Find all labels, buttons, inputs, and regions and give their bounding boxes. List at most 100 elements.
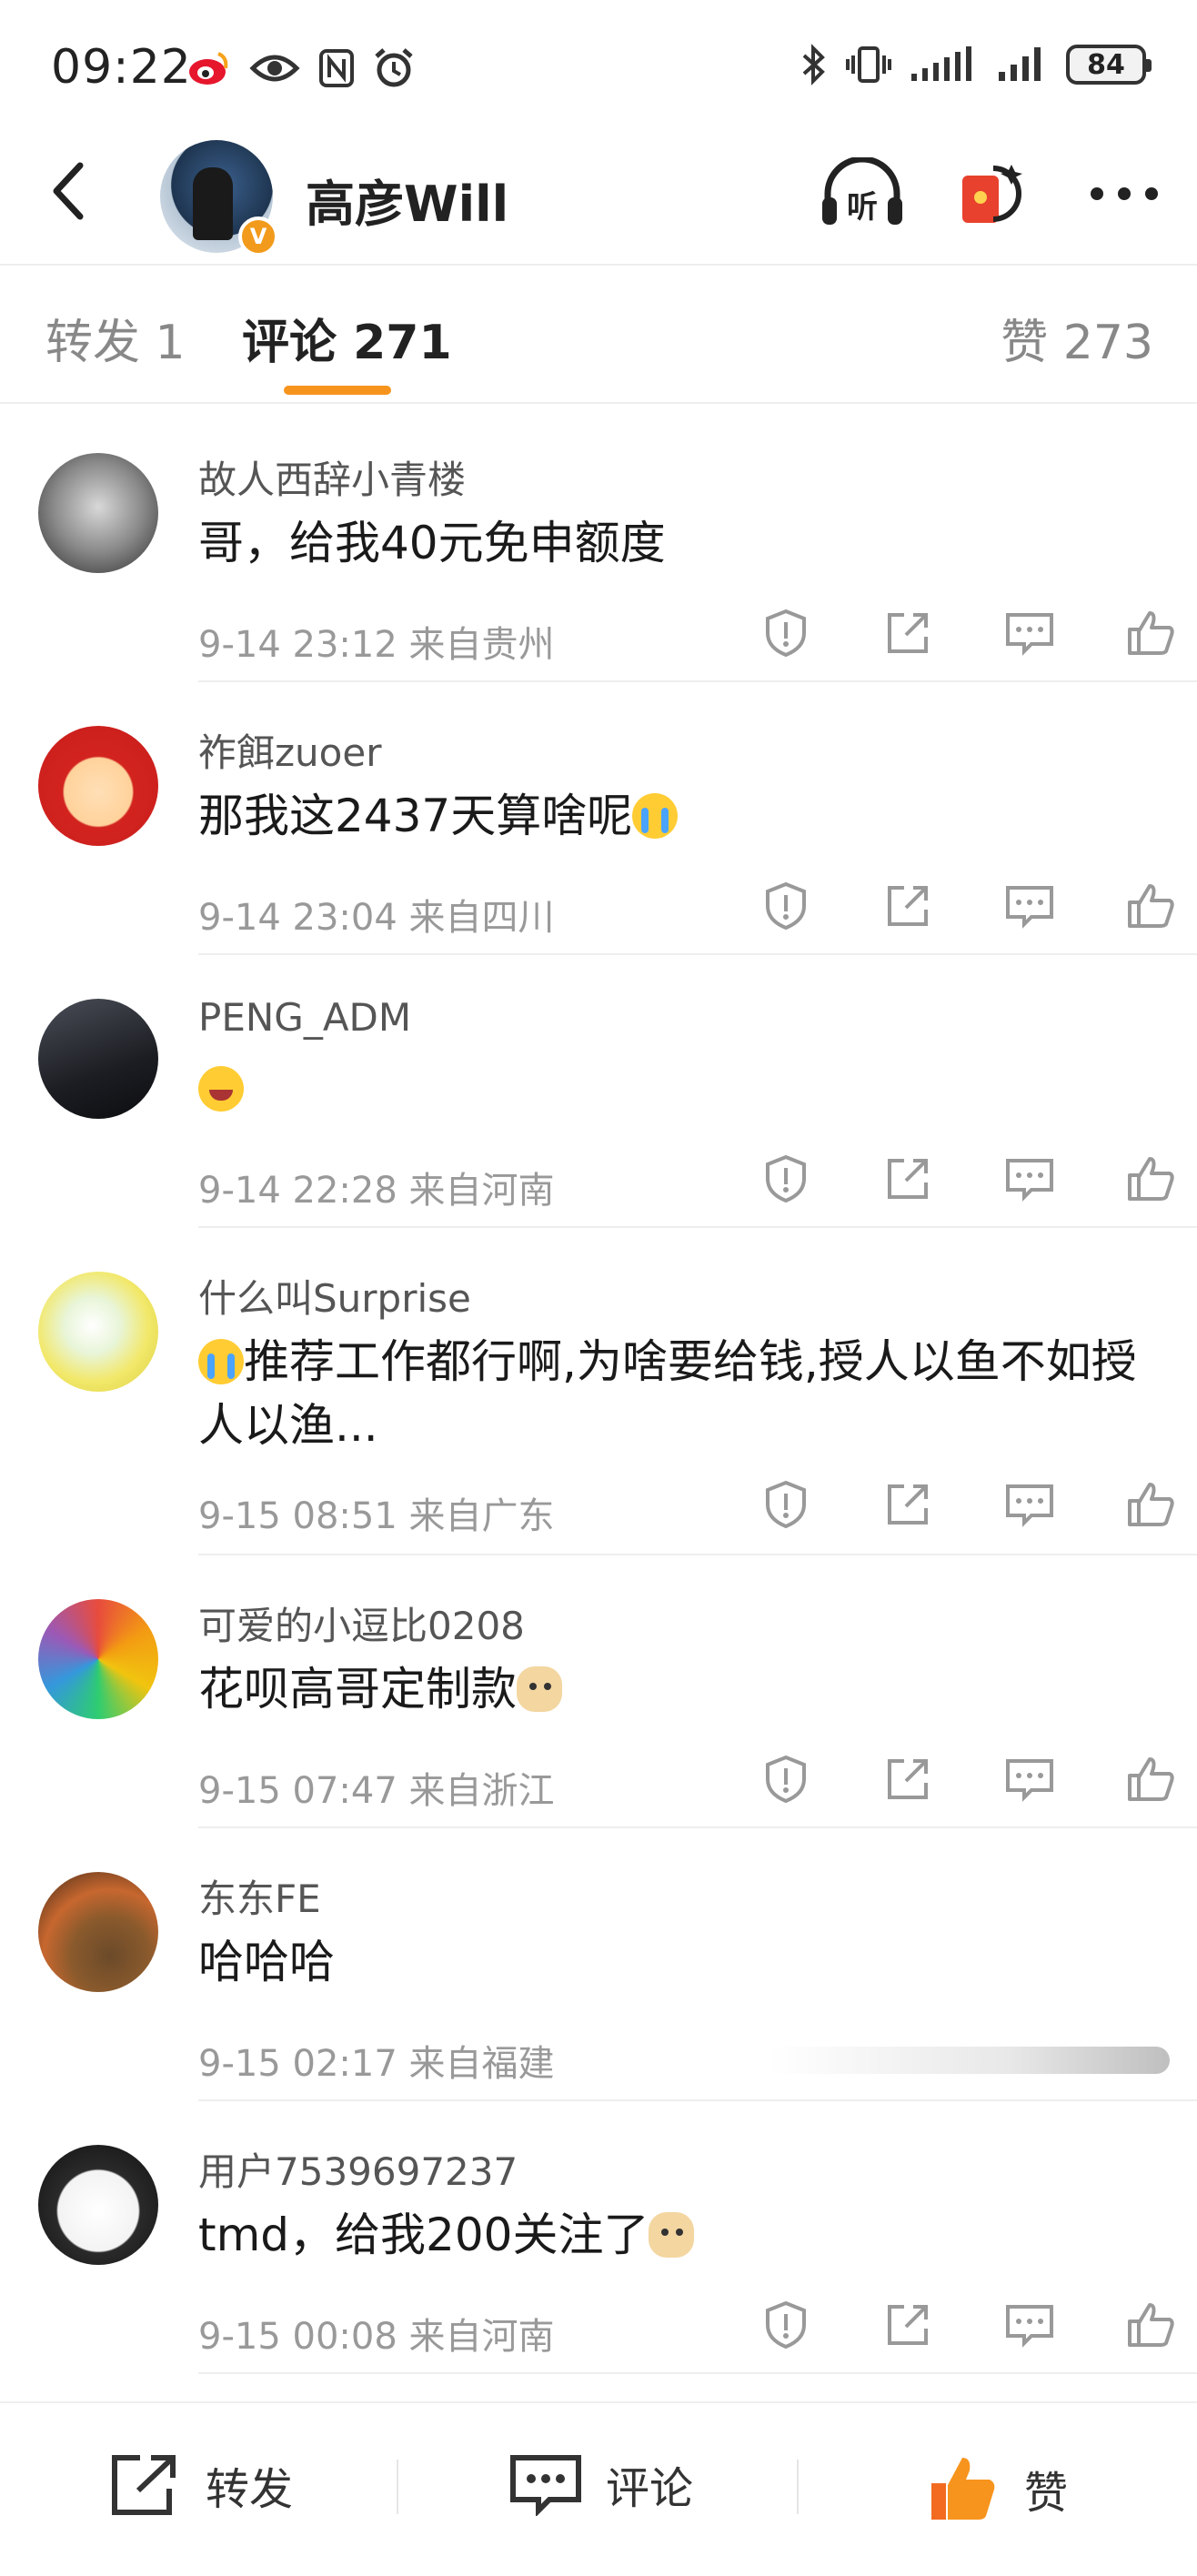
- tab-repost[interactable]: 转发 1: [45, 304, 186, 372]
- comment-meta: 9-14 23:04 来自四川: [198, 897, 555, 939]
- repost-button[interactable]: 转发: [109, 2452, 293, 2518]
- thumbs-up-icon: [1128, 884, 1174, 928]
- share-icon: [112, 2455, 176, 2515]
- author-avatar[interactable]: V: [160, 140, 278, 257]
- repost-label: 转发: [206, 2464, 294, 2515]
- doge-emoji-icon: [517, 1666, 562, 1712]
- comment-meta: 9-15 00:08 来自河南: [198, 2316, 555, 2358]
- comment-username[interactable]: 什么叫Surprise: [198, 1268, 471, 1323]
- red-packet-button[interactable]: [948, 153, 1039, 235]
- status-icons-left: [187, 47, 415, 89]
- thumbs-up-icon: [931, 2458, 995, 2520]
- reply-button[interactable]: [1002, 606, 1057, 660]
- share-icon: [888, 1484, 928, 1524]
- reply-button[interactable]: [1002, 879, 1057, 933]
- comment-item: 祚餌zuoer 那我这2437天算啥呢 9-14 23:04 来自四川: [0, 682, 1197, 955]
- bottom-action-bar: 转发 评论 赞: [0, 2401, 1197, 2576]
- comment-actions: [759, 1152, 1179, 1206]
- like-button[interactable]: [1124, 879, 1179, 933]
- comment-icon: [1006, 886, 1053, 929]
- comment-username[interactable]: 故人西辞小青楼: [198, 449, 466, 505]
- share-button[interactable]: [880, 1152, 935, 1206]
- comment-text: 推荐工作都行啊,为啥要给钱,授人以鱼不如授人以渔...: [198, 1335, 1137, 1452]
- comment-text: 哥，给我40元免申额度: [198, 517, 666, 569]
- top-nav-bar: V 高彦Will 听: [0, 136, 1197, 264]
- share-button[interactable]: [880, 606, 935, 660]
- reply-button[interactable]: [1002, 1477, 1057, 1532]
- share-button[interactable]: [880, 2298, 935, 2352]
- tab-likes[interactable]: 赞 273: [1001, 304, 1153, 372]
- comment-item: 用户7539697237 tmd，给我200关注了 9-15 00:08 来自河…: [0, 2101, 1197, 2374]
- like-button[interactable]: [1124, 1477, 1179, 1532]
- comment-text: 哈哈哈: [198, 1936, 335, 1988]
- comment-button[interactable]: 评论: [509, 2452, 693, 2516]
- share-button[interactable]: [880, 1477, 935, 1532]
- comment-divider: [198, 2372, 1197, 2374]
- avatar[interactable]: [38, 1872, 158, 1992]
- more-icon: [1091, 187, 1158, 200]
- report-button[interactable]: [759, 1152, 813, 1206]
- status-bar: 09:22 84: [0, 0, 1197, 136]
- comment-meta: 9-15 07:47 来自浙江: [198, 1770, 555, 1812]
- comment-username[interactable]: 可爱的小逗比0208: [198, 1595, 525, 1651]
- report-shield-icon: [766, 1755, 806, 1804]
- comment-username[interactable]: 祚餌zuoer: [198, 722, 381, 778]
- avatar[interactable]: [38, 1272, 158, 1392]
- comment-text: 花呗高哥定制款: [198, 1657, 1162, 1721]
- comment-username[interactable]: PENG_ADM: [198, 995, 411, 1040]
- chevron-left-icon: [53, 162, 84, 220]
- bluetooth-icon: [802, 44, 825, 86]
- report-button[interactable]: [759, 2298, 813, 2352]
- avatar[interactable]: [38, 726, 158, 846]
- like-button[interactable]: [1124, 1752, 1179, 1806]
- comment-meta: 9-14 22:28 来自河南: [198, 1170, 555, 1212]
- avatar[interactable]: [38, 453, 158, 573]
- thumbs-up-icon: [1128, 1483, 1174, 1526]
- tab-comments[interactable]: 评论 271: [242, 304, 452, 372]
- signal-icon: [911, 46, 971, 81]
- interaction-tabs: 转发 1 评论 271 赞 273: [0, 266, 1197, 402]
- report-button[interactable]: [759, 606, 813, 660]
- comment-actions: [759, 2298, 1179, 2352]
- share-button[interactable]: [880, 1752, 935, 1806]
- alarm-icon: [375, 48, 413, 87]
- comment-username[interactable]: 用户7539697237: [198, 2141, 518, 2197]
- tabs-divider: [0, 402, 1197, 404]
- comment-actions: [759, 606, 1179, 660]
- red-packet-icon: [962, 165, 1022, 223]
- thumbs-up-icon: [1128, 1157, 1174, 1201]
- share-icon: [888, 1759, 928, 1799]
- reply-button[interactable]: [1002, 2298, 1057, 2352]
- comment-icon: [1006, 613, 1053, 656]
- weibo-icon: [189, 52, 228, 85]
- comment-icon: [510, 2455, 581, 2516]
- nfc-icon: [319, 49, 354, 87]
- comment-item: 什么叫Surprise 推荐工作都行啊,为啥要给钱,授人以鱼不如授人以渔... …: [0, 1228, 1197, 1555]
- comment-username[interactable]: 东东FE: [198, 1868, 321, 1924]
- author-name[interactable]: 高彦Will: [306, 164, 508, 236]
- back-button[interactable]: [36, 155, 109, 227]
- report-shield-icon: [766, 609, 806, 658]
- comment-icon: [1006, 1484, 1053, 1527]
- avatar[interactable]: [38, 1599, 158, 1719]
- report-button[interactable]: [759, 1752, 813, 1806]
- avatar[interactable]: [38, 2145, 158, 2265]
- bottom-divider: [397, 2460, 398, 2514]
- vibrate-icon: [846, 46, 891, 83]
- like-button[interactable]: [1124, 2298, 1179, 2352]
- comment-actions: [759, 1752, 1179, 1806]
- like-button[interactable]: 赞: [928, 2452, 1068, 2525]
- comment-item: 可爱的小逗比0208 花呗高哥定制款 9-15 07:47 来自浙江: [0, 1555, 1197, 1828]
- report-button[interactable]: [759, 1477, 813, 1532]
- listen-button[interactable]: 听: [817, 153, 908, 235]
- share-button[interactable]: [880, 879, 935, 933]
- active-tab-indicator: [284, 386, 391, 395]
- reply-button[interactable]: [1002, 1152, 1057, 1206]
- like-button[interactable]: [1124, 606, 1179, 660]
- more-button[interactable]: [1079, 153, 1170, 235]
- like-button[interactable]: [1124, 1152, 1179, 1206]
- share-icon: [888, 613, 928, 653]
- reply-button[interactable]: [1002, 1752, 1057, 1806]
- avatar[interactable]: [38, 999, 158, 1119]
- report-button[interactable]: [759, 879, 813, 933]
